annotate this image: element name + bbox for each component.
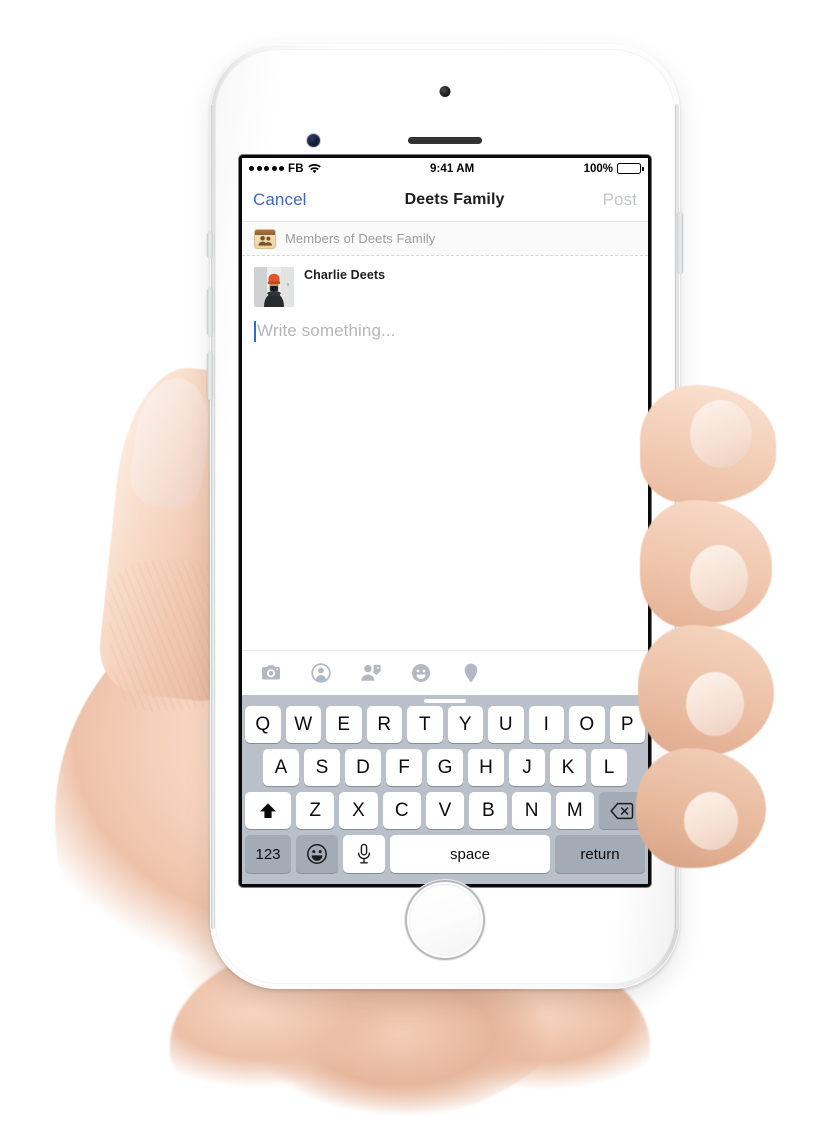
post-composer[interactable]: Charlie Deets Write something... — [242, 256, 648, 651]
battery-icon — [617, 163, 644, 174]
status-bar-right: 100% — [583, 162, 644, 175]
composer-text-input[interactable]: Write something... — [254, 320, 636, 342]
signal-dot — [264, 166, 269, 171]
keyboard-row-1: Q W E R T Y U I O P — [242, 706, 648, 743]
key-l[interactable]: L — [591, 749, 627, 786]
key-o[interactable]: O — [569, 706, 605, 743]
cancel-button[interactable]: Cancel — [253, 190, 307, 210]
key-w[interactable]: W — [285, 706, 321, 743]
key-j[interactable]: J — [509, 749, 545, 786]
iphone-device: FB 9:41 AM 100% Cancel Deets Family Post… — [207, 44, 683, 989]
wifi-icon — [307, 163, 321, 174]
key-k[interactable]: K — [550, 749, 586, 786]
key-b[interactable]: B — [469, 792, 508, 829]
key-q[interactable]: Q — [245, 706, 281, 743]
keyboard-row-2: A S D F G H J K L — [242, 749, 648, 786]
key-s[interactable]: S — [304, 749, 340, 786]
key-u[interactable]: U — [488, 706, 524, 743]
volume-down-button[interactable] — [207, 352, 213, 400]
status-bar-time: 9:41 AM — [429, 162, 475, 175]
privacy-label: Members of Deets Family — [285, 231, 436, 246]
key-h[interactable]: H — [468, 749, 504, 786]
emoji-smiley-icon[interactable] — [296, 835, 338, 873]
key-e[interactable]: E — [326, 706, 362, 743]
key-c[interactable]: C — [382, 792, 421, 829]
hand-fingernail — [686, 672, 744, 736]
home-button[interactable] — [409, 884, 481, 956]
location-pin-icon[interactable] — [460, 662, 482, 684]
author-name: Charlie Deets — [304, 268, 386, 282]
space-key[interactable]: space — [390, 835, 550, 873]
hand-thumbnail — [126, 373, 216, 513]
author-row: Charlie Deets — [254, 267, 636, 307]
avatar[interactable] — [254, 267, 294, 307]
key-t[interactable]: T — [407, 706, 443, 743]
phone-left-edge — [211, 104, 215, 929]
key-x[interactable]: X — [339, 792, 378, 829]
live-video-icon[interactable] — [310, 662, 332, 684]
signal-dot — [256, 166, 262, 171]
earpiece-speaker — [408, 137, 482, 144]
key-a[interactable]: A — [263, 749, 299, 786]
mute-switch-button[interactable] — [207, 232, 213, 258]
volume-up-button[interactable] — [207, 288, 213, 336]
carrier-label: FB — [288, 162, 304, 175]
page-title: Deets Family — [404, 191, 505, 208]
post-button[interactable]: Post — [603, 190, 637, 210]
privacy-selector-row[interactable]: Members of Deets Family — [242, 222, 648, 256]
keyboard-grabber-handle[interactable] — [242, 695, 648, 706]
attachment-toolbar — [242, 651, 648, 695]
key-v[interactable]: V — [425, 792, 465, 829]
group-members-icon — [254, 228, 276, 249]
keyboard-row-3: Z X C V B N M — [242, 792, 648, 829]
hand-fingernail — [690, 545, 748, 611]
onscreen-keyboard: Q W E R T Y U I O P A S D F G H J K L Z … — [242, 695, 648, 884]
text-caret — [254, 321, 256, 342]
signal-strength-dots — [249, 166, 284, 171]
microphone-icon[interactable] — [343, 835, 385, 873]
phone-screen: FB 9:41 AM 100% Cancel Deets Family Post… — [242, 158, 648, 884]
signal-dot — [249, 166, 254, 171]
key-i[interactable]: I — [528, 706, 564, 743]
key-y[interactable]: Y — [447, 706, 483, 743]
screenshot-stage: FB 9:41 AM 100% Cancel Deets Family Post… — [0, 0, 820, 1130]
battery-percent-label: 100% — [583, 162, 613, 175]
key-g[interactable]: G — [427, 749, 463, 786]
front-camera-icon — [307, 134, 320, 147]
shift-arrow-icon[interactable] — [245, 792, 292, 829]
screen-bezel: FB 9:41 AM 100% Cancel Deets Family Post… — [239, 155, 651, 887]
key-f[interactable]: F — [386, 749, 422, 786]
tag-friends-icon[interactable] — [360, 662, 382, 684]
proximity-sensor — [439, 86, 451, 97]
key-n[interactable]: N — [512, 792, 551, 829]
key-r[interactable]: R — [366, 706, 402, 743]
hand-fingernail — [690, 400, 752, 468]
signal-dot — [279, 166, 284, 171]
numbers-key[interactable]: 123 — [245, 835, 291, 873]
return-key[interactable]: return — [555, 835, 645, 873]
hand-fingernail — [684, 792, 738, 850]
status-bar: FB 9:41 AM 100% — [242, 158, 648, 179]
feeling-icon[interactable] — [410, 662, 432, 684]
navigation-bar: Cancel Deets Family Post — [242, 179, 648, 222]
key-d[interactable]: D — [345, 749, 381, 786]
key-z[interactable]: Z — [296, 792, 335, 829]
signal-dot — [271, 166, 277, 171]
keyboard-row-4: 123 space return — [242, 835, 648, 873]
composer-placeholder: Write something... — [257, 321, 396, 340]
camera-icon[interactable] — [260, 662, 282, 684]
power-button[interactable] — [677, 212, 683, 274]
key-m[interactable]: M — [555, 792, 594, 829]
status-bar-left: FB — [249, 163, 321, 175]
